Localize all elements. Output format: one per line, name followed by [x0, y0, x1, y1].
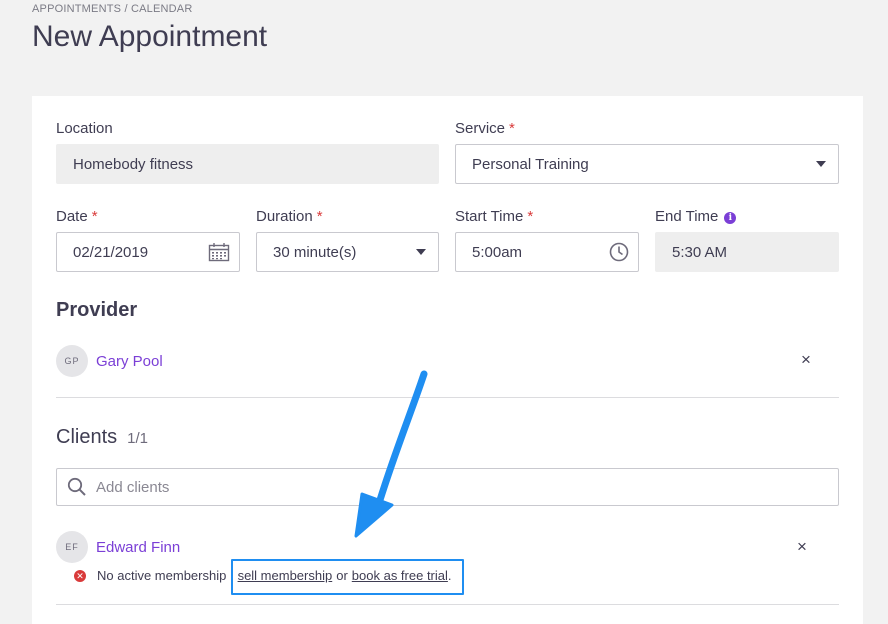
end-time-label: End Time i [655, 208, 737, 225]
search-icon [67, 477, 87, 497]
date-input[interactable]: 02/21/2019 [56, 232, 240, 272]
page-title: New Appointment [32, 20, 268, 53]
location-field: Homebody fitness [56, 144, 439, 184]
clients-heading: Clients 1/1 [56, 426, 148, 448]
end-time-field: 5:30 AM [655, 232, 839, 272]
appointment-card: Location Homebody fitness Service * Perso… [32, 96, 863, 624]
annotation-highlight-box [231, 559, 464, 595]
error-icon: ✕ [74, 569, 86, 582]
chevron-down-icon [416, 249, 426, 255]
breadcrumb[interactable]: APPOINTMENTS / CALENDAR [32, 3, 192, 15]
info-icon[interactable]: i [724, 212, 737, 224]
add-clients-search-input[interactable]: Add clients [56, 468, 839, 506]
clients-count: 1/1 [127, 430, 148, 447]
duration-label: Duration * [256, 208, 323, 225]
provider-heading: Provider [56, 299, 138, 321]
avatar: GP [56, 345, 88, 377]
divider [56, 397, 839, 398]
divider [56, 604, 839, 605]
date-label: Date * [56, 208, 98, 225]
client-name-link[interactable]: Edward Finn [96, 539, 180, 556]
calendar-icon[interactable] [208, 242, 230, 266]
duration-select[interactable]: 30 minute(s) [256, 232, 439, 272]
service-label: Service * [455, 120, 515, 137]
start-time-input[interactable]: 5:00am [455, 232, 639, 272]
remove-provider-close-icon[interactable]: × [801, 351, 811, 368]
chevron-down-icon [816, 161, 826, 167]
service-select[interactable]: Personal Training [455, 144, 839, 184]
avatar: EF [56, 531, 88, 563]
remove-client-close-icon[interactable]: × [797, 538, 807, 555]
clock-icon[interactable] [609, 242, 629, 266]
start-time-label: Start Time * [455, 208, 534, 225]
provider-name-link[interactable]: Gary Pool [96, 353, 163, 370]
location-label: Location [56, 120, 113, 137]
